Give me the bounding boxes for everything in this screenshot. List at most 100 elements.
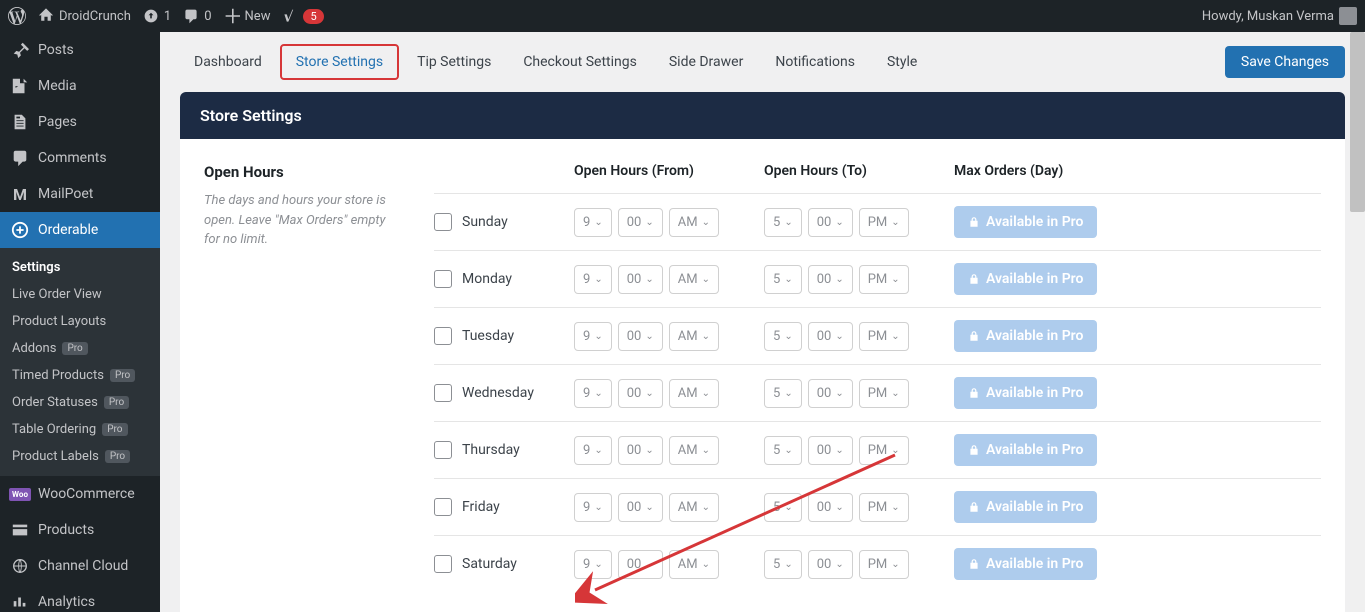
submenu-product-labels[interactable]: Product LabelsPro (0, 443, 160, 470)
to-min-select[interactable]: 00 ⌄ (808, 550, 853, 579)
from-hour-select[interactable]: 9 ⌄ (574, 493, 612, 522)
sidebar-item-media[interactable]: Media (0, 68, 160, 104)
from-ampm-select[interactable]: AM ⌄ (669, 322, 719, 351)
vertical-scrollbar[interactable] (1350, 32, 1365, 612)
from-ampm-select[interactable]: AM ⌄ (669, 436, 719, 465)
comments-link[interactable]: 0 (183, 8, 211, 24)
to-hour-select[interactable]: 5 ⌄ (764, 208, 802, 237)
available-in-pro-button[interactable]: Available in Pro (954, 377, 1097, 409)
day-checkbox[interactable] (434, 498, 452, 516)
day-checkbox[interactable] (434, 270, 452, 288)
wp-logo[interactable] (8, 7, 26, 25)
section-description: The days and hours your store is open. L… (204, 191, 404, 250)
to-min-select[interactable]: 00 ⌄ (808, 436, 853, 465)
to-hour-select[interactable]: 5 ⌄ (764, 550, 802, 579)
hours-row: Monday 9 ⌄ 00 ⌄ AM ⌄ 5 ⌄ 00 ⌄ PM ⌄ Avail… (434, 250, 1321, 307)
to-hour-select[interactable]: 5 ⌄ (764, 493, 802, 522)
chevron-down-icon: ⌄ (645, 274, 653, 285)
to-ampm-select[interactable]: PM ⌄ (859, 379, 909, 408)
from-min-select[interactable]: 00 ⌄ (618, 436, 663, 465)
to-min-select[interactable]: 00 ⌄ (808, 208, 853, 237)
howdy-link[interactable]: Howdy, Muskan Verma (1202, 7, 1357, 25)
to-ampm-select[interactable]: PM ⌄ (859, 436, 909, 465)
submenu-table-ordering[interactable]: Table OrderingPro (0, 416, 160, 443)
from-ampm-select[interactable]: AM ⌄ (669, 208, 719, 237)
to-min-select[interactable]: 00 ⌄ (808, 379, 853, 408)
from-min-select[interactable]: 00 ⌄ (618, 322, 663, 351)
to-min-select[interactable]: 00 ⌄ (808, 322, 853, 351)
available-in-pro-button[interactable]: Available in Pro (954, 206, 1097, 238)
submenu-product-layouts[interactable]: Product Layouts (0, 308, 160, 335)
page-icon (10, 112, 30, 132)
hours-row: Friday 9 ⌄ 00 ⌄ AM ⌄ 5 ⌄ 00 ⌄ PM ⌄ Avail… (434, 478, 1321, 535)
tab-dashboard[interactable]: Dashboard (180, 46, 276, 78)
save-changes-button[interactable]: Save Changes (1225, 46, 1345, 78)
sidebar-item-posts[interactable]: Posts (0, 32, 160, 68)
from-ampm-select[interactable]: AM ⌄ (669, 493, 719, 522)
to-min-select[interactable]: 00 ⌄ (808, 265, 853, 294)
from-hour-select[interactable]: 9 ⌄ (574, 550, 612, 579)
day-checkbox[interactable] (434, 213, 452, 231)
from-min-select[interactable]: 00 ⌄ (618, 379, 663, 408)
to-hour-select[interactable]: 5 ⌄ (764, 322, 802, 351)
updates-link[interactable]: 1 (143, 8, 171, 24)
tab-style[interactable]: Style (873, 46, 931, 78)
available-in-pro-button[interactable]: Available in Pro (954, 548, 1097, 580)
to-ampm-select[interactable]: PM ⌄ (859, 493, 909, 522)
yoast-link[interactable]: 5 (282, 8, 323, 24)
sidebar-item-orderable[interactable]: Orderable (0, 212, 160, 248)
from-hour-select[interactable]: 9 ⌄ (574, 265, 612, 294)
to-ampm-select[interactable]: PM ⌄ (859, 322, 909, 351)
day-checkbox[interactable] (434, 441, 452, 459)
tab-store-settings[interactable]: Store Settings (280, 44, 399, 80)
site-home-link[interactable]: DroidCrunch (38, 8, 131, 24)
available-in-pro-button[interactable]: Available in Pro (954, 320, 1097, 352)
available-in-pro-button[interactable]: Available in Pro (954, 263, 1097, 295)
from-min-select[interactable]: 00 ⌄ (618, 493, 663, 522)
chevron-down-icon: ⌄ (784, 217, 792, 228)
chevron-down-icon: ⌄ (891, 274, 899, 285)
sidebar-item-mailpoet[interactable]: MMailPoet (0, 176, 160, 212)
lock-icon (968, 387, 980, 399)
available-in-pro-button[interactable]: Available in Pro (954, 434, 1097, 466)
tab-tip-settings[interactable]: Tip Settings (403, 46, 505, 78)
from-hour-select[interactable]: 9 ⌄ (574, 379, 612, 408)
from-ampm-select[interactable]: AM ⌄ (669, 265, 719, 294)
sidebar-item-channel-cloud[interactable]: Channel Cloud (0, 548, 160, 584)
available-in-pro-button[interactable]: Available in Pro (954, 491, 1097, 523)
tab-notifications[interactable]: Notifications (761, 46, 869, 78)
from-hour-select[interactable]: 9 ⌄ (574, 208, 612, 237)
submenu-addons[interactable]: AddonsPro (0, 335, 160, 362)
day-checkbox[interactable] (434, 555, 452, 573)
sidebar-item-products[interactable]: Products (0, 512, 160, 548)
sidebar-item-pages[interactable]: Pages (0, 104, 160, 140)
chevron-down-icon: ⌄ (594, 445, 602, 456)
tab-checkout-settings[interactable]: Checkout Settings (509, 46, 651, 78)
from-hour-select[interactable]: 9 ⌄ (574, 322, 612, 351)
sidebar-item-woocommerce[interactable]: WooWooCommerce (0, 476, 160, 512)
day-checkbox[interactable] (434, 384, 452, 402)
from-hour-select[interactable]: 9 ⌄ (574, 436, 612, 465)
to-ampm-select[interactable]: PM ⌄ (859, 265, 909, 294)
submenu-settings[interactable]: Settings (0, 254, 160, 281)
to-ampm-select[interactable]: PM ⌄ (859, 208, 909, 237)
sidebar-item-comments[interactable]: Comments (0, 140, 160, 176)
from-ampm-select[interactable]: AM ⌄ (669, 379, 719, 408)
hours-row: Tuesday 9 ⌄ 00 ⌄ AM ⌄ 5 ⌄ 00 ⌄ PM ⌄ Avai… (434, 307, 1321, 364)
from-min-select[interactable]: 00 ⌄ (618, 208, 663, 237)
to-min-select[interactable]: 00 ⌄ (808, 493, 853, 522)
new-link[interactable]: New (224, 8, 271, 24)
from-min-select[interactable]: 00 ⌄ (618, 550, 663, 579)
submenu-timed-products[interactable]: Timed ProductsPro (0, 362, 160, 389)
from-ampm-select[interactable]: AM ⌄ (669, 550, 719, 579)
to-hour-select[interactable]: 5 ⌄ (764, 379, 802, 408)
to-hour-select[interactable]: 5 ⌄ (764, 436, 802, 465)
to-ampm-select[interactable]: PM ⌄ (859, 550, 909, 579)
submenu-order-statuses[interactable]: Order StatusesPro (0, 389, 160, 416)
to-hour-select[interactable]: 5 ⌄ (764, 265, 802, 294)
day-checkbox[interactable] (434, 327, 452, 345)
sidebar-item-analytics[interactable]: Analytics (0, 584, 160, 612)
from-min-select[interactable]: 00 ⌄ (618, 265, 663, 294)
tab-side-drawer[interactable]: Side Drawer (655, 46, 757, 78)
submenu-live-order[interactable]: Live Order View (0, 281, 160, 308)
